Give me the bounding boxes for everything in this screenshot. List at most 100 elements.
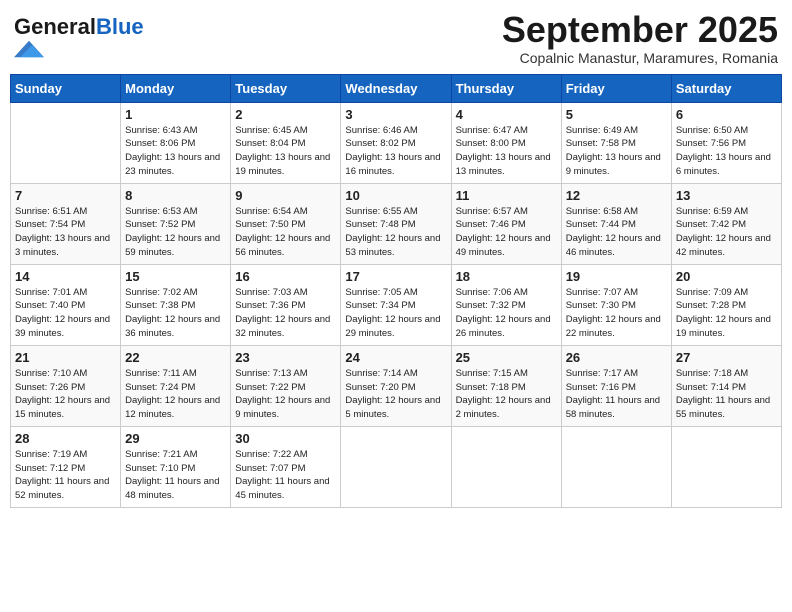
day-number: 5	[566, 107, 667, 122]
calendar-week-row: 21Sunrise: 7:10 AMSunset: 7:26 PMDayligh…	[11, 345, 782, 426]
day-number: 15	[125, 269, 226, 284]
logo: GeneralBlue	[14, 16, 144, 58]
calendar-cell	[561, 426, 671, 507]
day-number: 8	[125, 188, 226, 203]
day-info: Sunrise: 7:06 AMSunset: 7:32 PMDaylight:…	[456, 286, 557, 341]
day-number: 17	[345, 269, 446, 284]
calendar-cell: 3Sunrise: 6:46 AMSunset: 8:02 PMDaylight…	[341, 102, 451, 183]
calendar-cell: 9 Sunrise: 6:54 AMSunset: 7:50 PMDaylight…	[231, 183, 341, 264]
day-info: Sunrise: 7:03 AMSunset: 7:36 PMDaylight:…	[235, 286, 336, 341]
calendar-cell: 25Sunrise: 7:15 AMSunset: 7:18 PMDayligh…	[451, 345, 561, 426]
day-number: 26	[566, 350, 667, 365]
day-info: Sunrise: 7:05 AMSunset: 7:34 PMDaylight:…	[345, 286, 446, 341]
calendar-cell: 4 Sunrise: 6:47 AMSunset: 8:00 PMDaylight…	[451, 102, 561, 183]
calendar-table: SundayMondayTuesdayWednesdayThursdayFrid…	[10, 74, 782, 508]
calendar-cell: 2 Sunrise: 6:45 AMSunset: 8:04 PMDaylight…	[231, 102, 341, 183]
day-number: 23	[235, 350, 336, 365]
calendar-cell	[671, 426, 781, 507]
calendar-cell: 1 Sunrise: 6:43 AMSunset: 8:06 PMDaylight…	[121, 102, 231, 183]
calendar-cell: 7 Sunrise: 6:51 AMSunset: 7:54 PMDaylight…	[11, 183, 121, 264]
calendar-week-row: 14 Sunrise: 7:01 AMSunset: 7:40 PMDayligh…	[11, 264, 782, 345]
calendar-cell: 26Sunrise: 7:17 AMSunset: 7:16 PMDayligh…	[561, 345, 671, 426]
calendar-week-row: 28 Sunrise: 7:19 AMSunset: 7:12 PMDayligh…	[11, 426, 782, 507]
calendar-cell: 19 Sunrise: 7:07 AMSunset: 7:30 PMDayligh…	[561, 264, 671, 345]
calendar-cell: 15 Sunrise: 7:02 AMSunset: 7:38 PMDayligh…	[121, 264, 231, 345]
day-info: Sunrise: 7:10 AMSunset: 7:26 PMDaylight:…	[15, 367, 116, 422]
calendar-cell: 30Sunrise: 7:22 AMSunset: 7:07 PMDayligh…	[231, 426, 341, 507]
day-number: 1	[125, 107, 226, 122]
day-number: 16	[235, 269, 336, 284]
title-section: September 2025 Copalnic Manastur, Maramu…	[502, 10, 778, 66]
day-info: Sunrise: 6:54 AMSunset: 7:50 PMDaylight:…	[235, 205, 336, 260]
calendar-cell: 24 Sunrise: 7:14 AMSunset: 7:20 PMDayligh…	[341, 345, 451, 426]
day-header-saturday: Saturday	[671, 74, 781, 102]
day-info: Sunrise: 6:50 AMSunset: 7:56 PMDaylight:…	[676, 124, 777, 179]
day-number: 24	[345, 350, 446, 365]
calendar-cell: 10Sunrise: 6:55 AMSunset: 7:48 PMDayligh…	[341, 183, 451, 264]
logo-general-text: General	[14, 14, 96, 39]
day-number: 20	[676, 269, 777, 284]
day-info: Sunrise: 6:47 AMSunset: 8:00 PMDaylight:…	[456, 124, 557, 179]
calendar-cell: 22 Sunrise: 7:11 AMSunset: 7:24 PMDayligh…	[121, 345, 231, 426]
day-info: Sunrise: 7:07 AMSunset: 7:30 PMDaylight:…	[566, 286, 667, 341]
day-number: 3	[345, 107, 446, 122]
calendar-cell: 28 Sunrise: 7:19 AMSunset: 7:12 PMDayligh…	[11, 426, 121, 507]
calendar-cell: 14 Sunrise: 7:01 AMSunset: 7:40 PMDayligh…	[11, 264, 121, 345]
day-info: Sunrise: 6:59 AMSunset: 7:42 PMDaylight:…	[676, 205, 777, 260]
day-header-thursday: Thursday	[451, 74, 561, 102]
calendar-cell: 16 Sunrise: 7:03 AMSunset: 7:36 PMDayligh…	[231, 264, 341, 345]
day-number: 12	[566, 188, 667, 203]
calendar-cell: 20Sunrise: 7:09 AMSunset: 7:28 PMDayligh…	[671, 264, 781, 345]
calendar-cell: 8 Sunrise: 6:53 AMSunset: 7:52 PMDaylight…	[121, 183, 231, 264]
day-header-sunday: Sunday	[11, 74, 121, 102]
day-info: Sunrise: 6:49 AMSunset: 7:58 PMDaylight:…	[566, 124, 667, 179]
day-info: Sunrise: 6:57 AMSunset: 7:46 PMDaylight:…	[456, 205, 557, 260]
day-number: 27	[676, 350, 777, 365]
day-info: Sunrise: 6:58 AMSunset: 7:44 PMDaylight:…	[566, 205, 667, 260]
calendar-week-row: 7 Sunrise: 6:51 AMSunset: 7:54 PMDaylight…	[11, 183, 782, 264]
day-header-monday: Monday	[121, 74, 231, 102]
day-number: 22	[125, 350, 226, 365]
calendar-cell: 27 Sunrise: 7:18 AMSunset: 7:14 PMDayligh…	[671, 345, 781, 426]
day-number: 9	[235, 188, 336, 203]
calendar-cell	[451, 426, 561, 507]
day-info: Sunrise: 7:18 AMSunset: 7:14 PMDaylight:…	[676, 367, 777, 422]
calendar-cell: 11 Sunrise: 6:57 AMSunset: 7:46 PMDayligh…	[451, 183, 561, 264]
month-title: September 2025	[502, 10, 778, 50]
day-info: Sunrise: 6:51 AMSunset: 7:54 PMDaylight:…	[15, 205, 116, 260]
day-number: 2	[235, 107, 336, 122]
calendar-cell	[11, 102, 121, 183]
day-info: Sunrise: 6:43 AMSunset: 8:06 PMDaylight:…	[125, 124, 226, 179]
day-number: 19	[566, 269, 667, 284]
day-info: Sunrise: 6:45 AMSunset: 8:04 PMDaylight:…	[235, 124, 336, 179]
day-number: 28	[15, 431, 116, 446]
day-info: Sunrise: 7:01 AMSunset: 7:40 PMDaylight:…	[15, 286, 116, 341]
day-number: 6	[676, 107, 777, 122]
calendar-week-row: 1 Sunrise: 6:43 AMSunset: 8:06 PMDaylight…	[11, 102, 782, 183]
day-info: Sunrise: 7:22 AMSunset: 7:07 PMDaylight:…	[235, 448, 336, 503]
day-number: 11	[456, 188, 557, 203]
day-info: Sunrise: 7:02 AMSunset: 7:38 PMDaylight:…	[125, 286, 226, 341]
day-number: 14	[15, 269, 116, 284]
day-number: 29	[125, 431, 226, 446]
day-info: Sunrise: 7:19 AMSunset: 7:12 PMDaylight:…	[15, 448, 116, 503]
day-number: 25	[456, 350, 557, 365]
logo-icon	[14, 40, 44, 58]
logo-blue-text: Blue	[96, 14, 144, 39]
calendar-cell: 18Sunrise: 7:06 AMSunset: 7:32 PMDayligh…	[451, 264, 561, 345]
calendar-cell	[341, 426, 451, 507]
day-number: 10	[345, 188, 446, 203]
day-info: Sunrise: 7:14 AMSunset: 7:20 PMDaylight:…	[345, 367, 446, 422]
day-number: 7	[15, 188, 116, 203]
day-info: Sunrise: 7:11 AMSunset: 7:24 PMDaylight:…	[125, 367, 226, 422]
location-subtitle: Copalnic Manastur, Maramures, Romania	[502, 50, 778, 66]
calendar-cell: 5 Sunrise: 6:49 AMSunset: 7:58 PMDaylight…	[561, 102, 671, 183]
calendar-cell: 12 Sunrise: 6:58 AMSunset: 7:44 PMDayligh…	[561, 183, 671, 264]
day-header-wednesday: Wednesday	[341, 74, 451, 102]
day-info: Sunrise: 6:53 AMSunset: 7:52 PMDaylight:…	[125, 205, 226, 260]
day-number: 13	[676, 188, 777, 203]
calendar-cell: 6 Sunrise: 6:50 AMSunset: 7:56 PMDaylight…	[671, 102, 781, 183]
day-number: 4	[456, 107, 557, 122]
calendar-cell: 13 Sunrise: 6:59 AMSunset: 7:42 PMDayligh…	[671, 183, 781, 264]
calendar-cell: 17 Sunrise: 7:05 AMSunset: 7:34 PMDayligh…	[341, 264, 451, 345]
